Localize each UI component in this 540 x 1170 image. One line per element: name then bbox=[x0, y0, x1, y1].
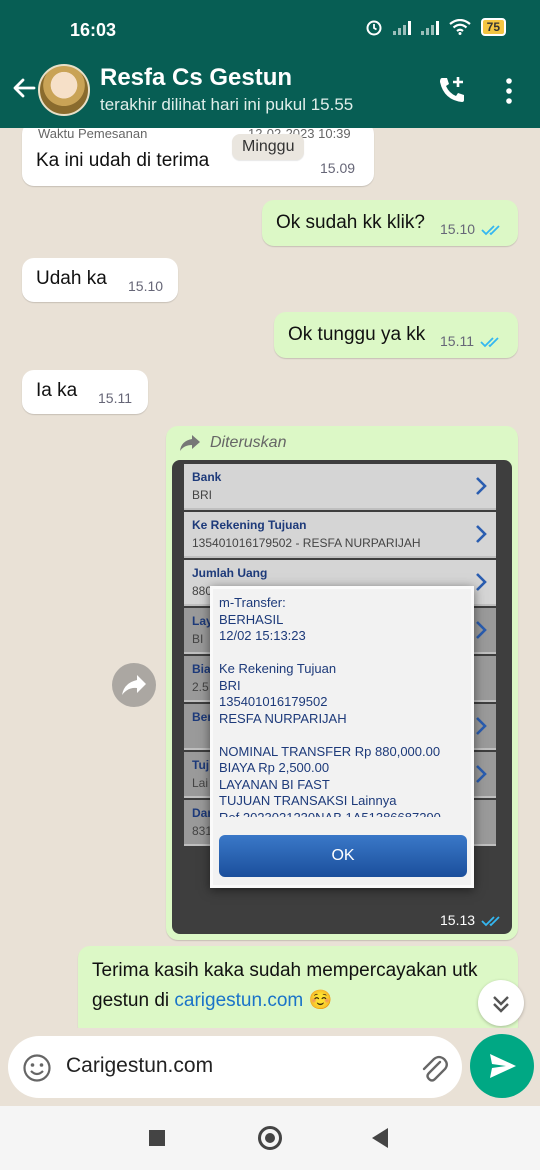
time-label: 15.11 bbox=[440, 333, 474, 349]
back-arrow-icon[interactable] bbox=[10, 74, 38, 102]
message-outgoing[interactable]: Ok sudah kk klik? 15.10 bbox=[262, 200, 518, 246]
ok-button: OK bbox=[219, 835, 467, 877]
row-label: Ke Rekening Tujuan bbox=[192, 518, 307, 532]
message-time: 15.09 bbox=[320, 160, 356, 176]
signal-icon-2 bbox=[420, 19, 439, 35]
message-text: Ia ka bbox=[36, 380, 78, 401]
emoji-icon[interactable] bbox=[22, 1053, 52, 1083]
back-button[interactable] bbox=[372, 1128, 388, 1148]
row-label: Jumlah Uang bbox=[192, 566, 268, 580]
home-button[interactable] bbox=[258, 1126, 282, 1150]
double-chevron-down-icon bbox=[493, 996, 509, 1013]
chevron-right-icon bbox=[476, 525, 487, 543]
battery-icon: 75 bbox=[480, 18, 506, 36]
recents-button[interactable] bbox=[149, 1130, 165, 1146]
message-text: Terima kasih kaka sudah mempercayakan ut… bbox=[92, 956, 502, 1016]
row-value: 135401016179502 - RESFA NURPARIJAH bbox=[192, 536, 421, 550]
row-value: BI bbox=[192, 632, 204, 646]
time-label: 15.10 bbox=[440, 221, 476, 237]
message-incoming[interactable]: Udah ka 15.10 bbox=[22, 258, 178, 302]
system-nav-bar bbox=[0, 1106, 540, 1170]
link[interactable]: carigestun.com bbox=[174, 990, 303, 1011]
message-outgoing[interactable]: Ok tunggu ya kk 15.11 bbox=[274, 312, 518, 358]
message-input[interactable]: Carigestun.com bbox=[8, 1036, 462, 1098]
chevron-right-icon bbox=[476, 573, 487, 591]
forward-arrow-icon bbox=[122, 675, 146, 695]
chevron-right-icon bbox=[476, 477, 487, 495]
row-label: Tuj bbox=[192, 758, 210, 772]
forwarded-label: Diteruskan bbox=[210, 434, 287, 451]
message-incoming[interactable]: Waktu Pemesanan 12-02-2023 10:39 Ka ini … bbox=[22, 128, 374, 186]
signal-icon bbox=[392, 19, 411, 35]
forwarded-icon bbox=[180, 435, 200, 451]
avatar[interactable] bbox=[38, 64, 90, 116]
transfer-success-dialog: m-Transfer: BERHASIL 12/02 15:13:23 Ke R… bbox=[210, 586, 474, 888]
status-time: 16:03 bbox=[70, 20, 117, 40]
receipt-row: Bank BRI bbox=[184, 464, 496, 510]
attach-icon[interactable] bbox=[416, 1051, 450, 1085]
row-label: Bank bbox=[192, 470, 222, 484]
alarm-icon bbox=[366, 20, 382, 36]
send-button[interactable] bbox=[470, 1034, 534, 1098]
message-incoming[interactable]: Ia ka 15.11 bbox=[22, 370, 148, 414]
scroll-to-bottom-button[interactable] bbox=[478, 980, 524, 1026]
double-check-icon bbox=[480, 337, 499, 348]
quoted-label: Waktu Pemesanan bbox=[38, 128, 148, 141]
chat-header: Resfa Cs Gestun terakhir dilihat hari in… bbox=[0, 56, 540, 128]
date-chip: Minggu bbox=[232, 134, 305, 160]
row-value: BRI bbox=[192, 488, 213, 502]
receipt-image[interactable]: Bank BRI Ke Rekening Tujuan 13540101617950… bbox=[172, 460, 512, 934]
add-call-icon[interactable] bbox=[436, 74, 468, 106]
chevron-right-icon bbox=[476, 765, 487, 783]
last-seen-status: terakhir dilihat hari ini pukul 15.55 bbox=[100, 95, 354, 114]
forward-button[interactable] bbox=[112, 663, 156, 707]
message-text: Ok sudah kk klik? bbox=[276, 212, 425, 233]
wifi-icon bbox=[448, 19, 471, 35]
message-time: 15.10 bbox=[440, 221, 503, 237]
message-text: Ka ini udah di terima bbox=[36, 150, 210, 171]
row-value: 2.5 bbox=[192, 680, 209, 694]
row-label: Dar bbox=[192, 806, 213, 820]
composer-bar: Carigestun.com bbox=[0, 1028, 540, 1106]
contact-name[interactable]: Resfa Cs Gestun bbox=[100, 64, 292, 92]
message-time: 15.10 bbox=[128, 278, 164, 294]
chevron-right-icon bbox=[476, 621, 487, 639]
message-text: Udah ka bbox=[36, 268, 107, 289]
receipt-row: Ke Rekening Tujuan 135401016179502 - RESF… bbox=[184, 512, 496, 558]
message-text: Ok tunggu ya kk bbox=[288, 324, 426, 345]
time-label: 15.13 bbox=[440, 912, 476, 928]
dialog-text: m-Transfer: BERHASIL 12/02 15:13:23 Ke R… bbox=[219, 595, 441, 817]
double-check-icon bbox=[481, 225, 500, 236]
chat-area[interactable]: Waktu Pemesanan 12-02-2023 10:39 Ka ini … bbox=[0, 128, 540, 1028]
row-label: Bia bbox=[192, 662, 211, 676]
message-time: 15.11 bbox=[440, 333, 502, 349]
message-forwarded-image[interactable]: Diteruskan Bank BRI Ke Rekening Tujuan 135… bbox=[166, 426, 518, 940]
row-value: Lai bbox=[192, 776, 209, 790]
message-input-value[interactable]: Carigestun.com bbox=[66, 1054, 213, 1078]
send-icon bbox=[490, 1054, 516, 1078]
double-check-icon bbox=[481, 916, 500, 927]
status-icons: 75 bbox=[365, 18, 506, 36]
chevron-right-icon bbox=[476, 717, 487, 735]
status-bar: 16:03 75 bbox=[0, 0, 540, 56]
message-time: 15.13 bbox=[440, 912, 503, 928]
row-label: Ber bbox=[192, 710, 213, 724]
message-outgoing[interactable]: Terima kasih kaka sudah mempercayakan ut… bbox=[78, 946, 518, 1028]
smile-emoji: ☺️ bbox=[308, 990, 333, 1011]
more-options-icon[interactable] bbox=[500, 76, 518, 106]
message-time: 15.11 bbox=[98, 390, 132, 406]
